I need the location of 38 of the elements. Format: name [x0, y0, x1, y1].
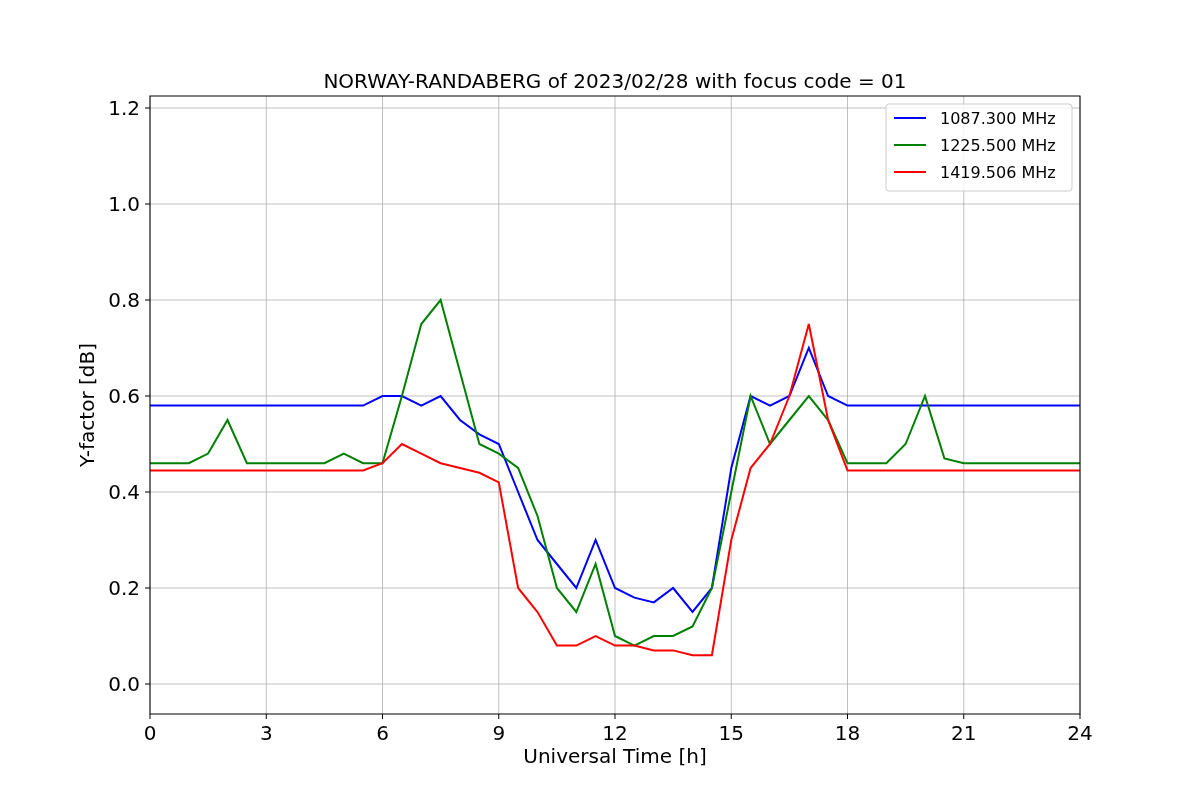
tick-mark [847, 713, 848, 720]
tick-mark [144, 203, 151, 205]
tick-mark [963, 713, 965, 720]
legend-label: 1419.506 MHz [940, 163, 1056, 182]
y-axis-label: Y-factor [dB] [75, 343, 99, 467]
tick-mark [382, 713, 383, 720]
tick-mark [144, 299, 151, 301]
tick-mark [614, 713, 616, 720]
tick-label: 6 [376, 721, 389, 745]
tick-mark [144, 395, 151, 397]
tick-mark [730, 713, 732, 720]
chart-title: NORWAY-RANDABERG of 2023/02/28 with focus code = 01 [323, 69, 907, 93]
tick-mark [144, 587, 151, 589]
tick-label: 0.2 [108, 576, 140, 600]
tick-mark [498, 713, 500, 720]
tick-label: 3 [259, 721, 273, 745]
tick-mark [144, 107, 151, 109]
tick-mark [144, 683, 151, 685]
tick-label: 0.0 [108, 672, 140, 696]
tick-label: 0.4 [108, 480, 140, 504]
tick-label: 15 [718, 721, 744, 745]
tick-mark [265, 713, 267, 720]
tick-label: 0.6 [108, 384, 140, 408]
tick-label: 24 [1067, 721, 1093, 745]
tick-label: 18 [834, 721, 861, 745]
tick-mark [1079, 713, 1081, 720]
tick-label: 0 [143, 721, 157, 745]
legend-label: 1087.300 MHz [940, 109, 1056, 128]
tick-mark [149, 713, 151, 720]
x-axis-label: Universal Time [h] [523, 744, 707, 768]
tick-label: 1.2 [108, 96, 140, 120]
tick-label: 0.8 [108, 288, 140, 312]
tick-label: 1.0 [108, 192, 140, 216]
tick-mark [144, 491, 151, 493]
tick-label: 21 [951, 721, 977, 745]
legend-label: 1225.500 MHz [940, 136, 1056, 155]
tick-label: 12 [602, 721, 628, 745]
tick-label: 9 [492, 721, 506, 745]
